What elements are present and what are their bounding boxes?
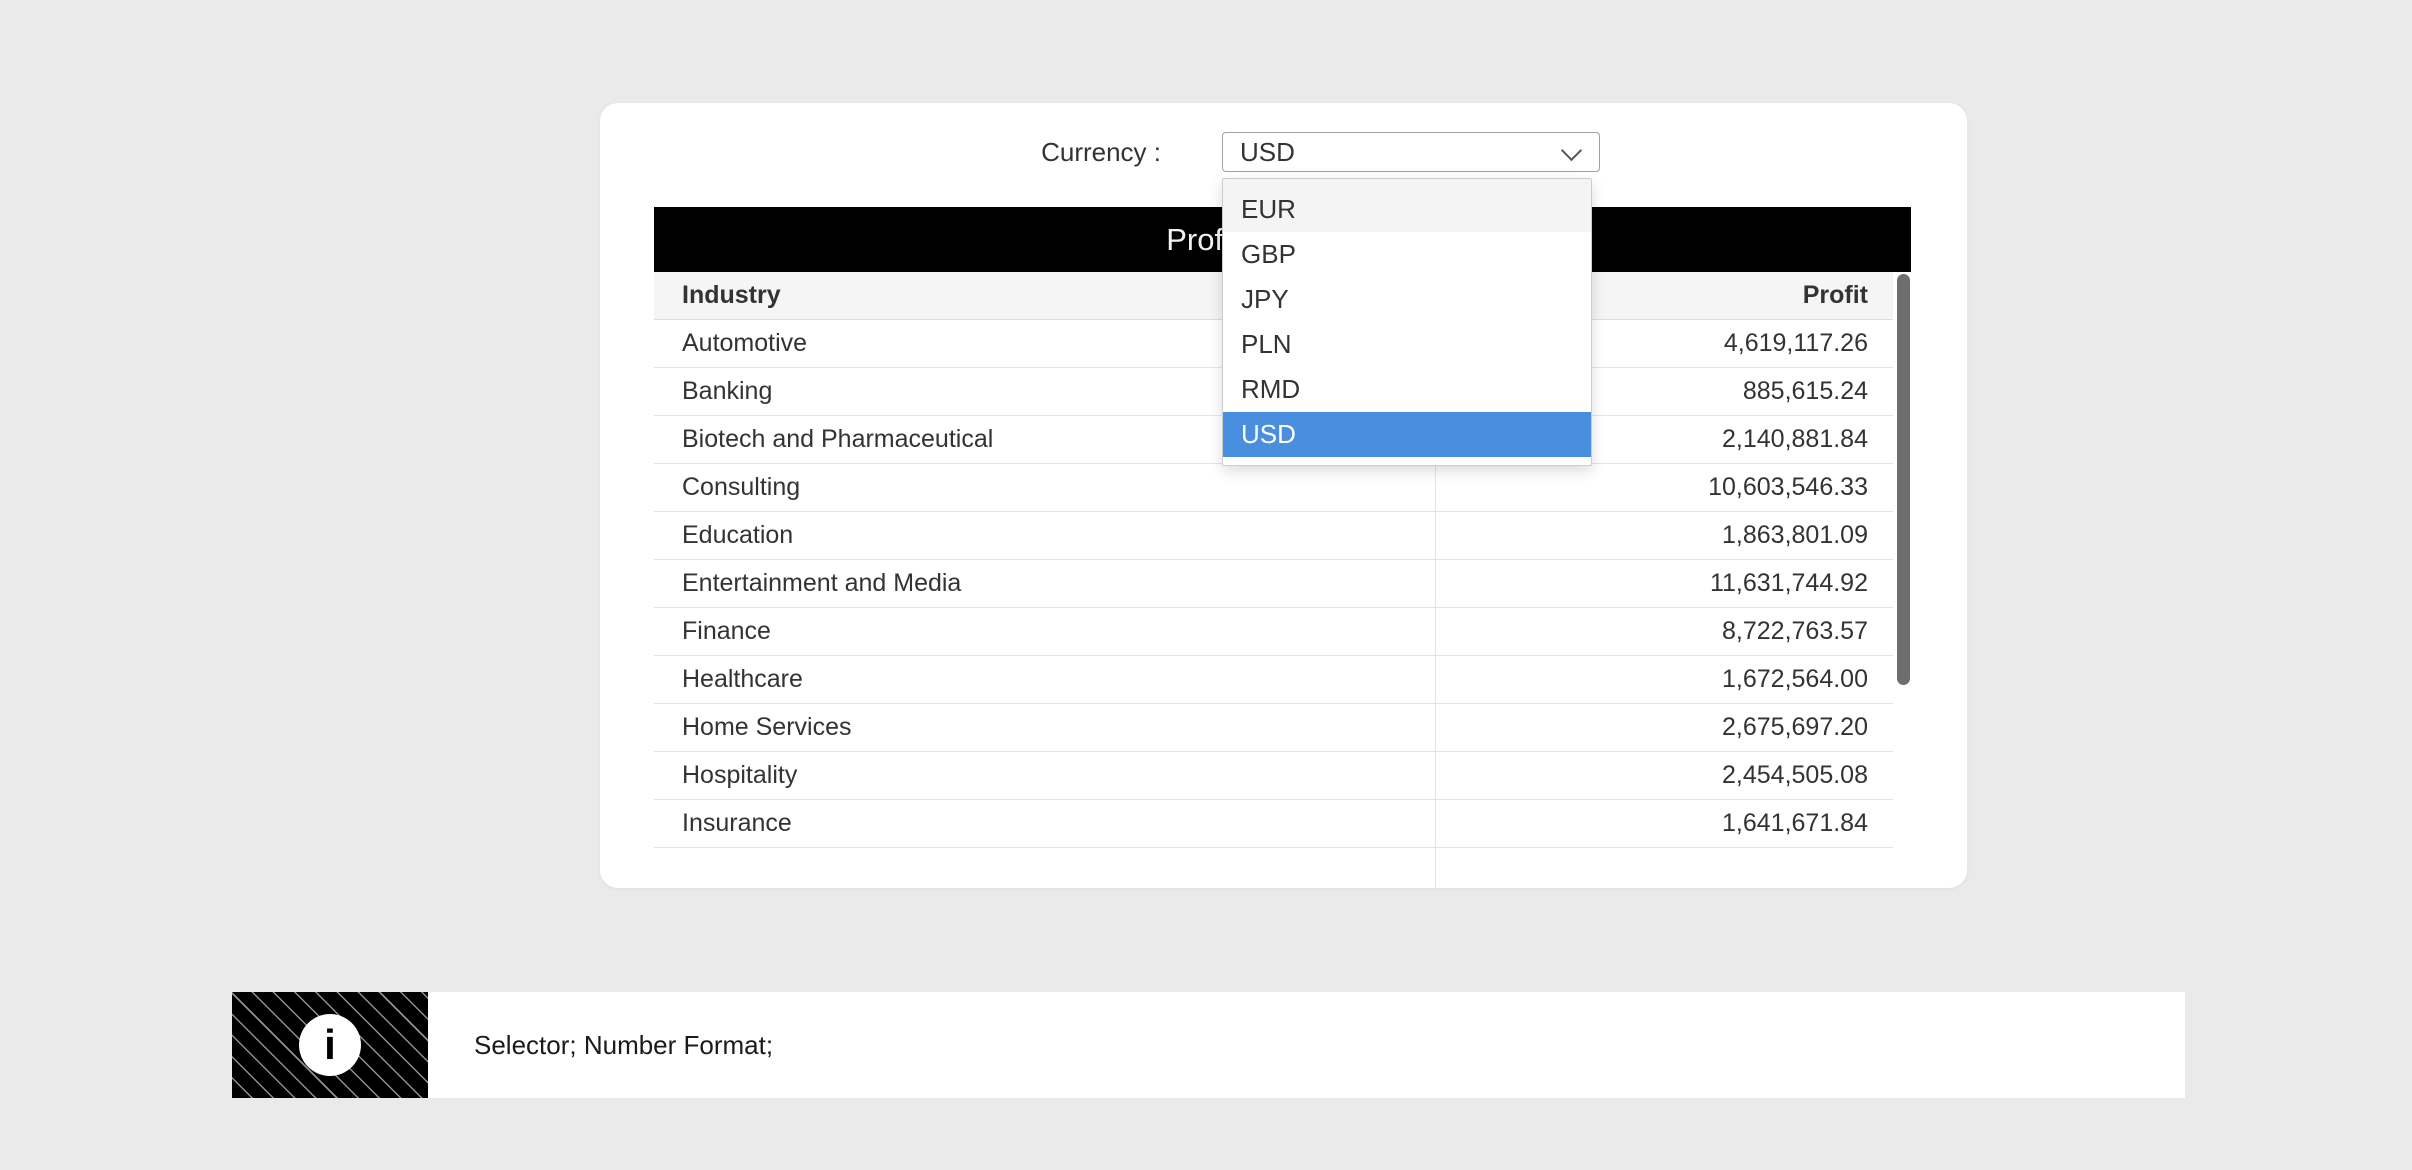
profit-cell: 1,863,801.09 — [1722, 521, 1893, 550]
chevron-down-icon — [1561, 140, 1582, 161]
table-row: Education 1,863,801.09 — [654, 512, 1893, 560]
currency-option[interactable]: USD — [1223, 412, 1591, 457]
profit-cell: 8,722,763.57 — [1722, 617, 1893, 646]
table-row: Entertainment and Media 11,631,744.92 — [654, 560, 1893, 608]
industry-cell: Healthcare — [654, 665, 1722, 694]
profit-cell: 1,672,564.00 — [1722, 665, 1893, 694]
currency-dropdown-list: EURGBPJPYPLNRMDUSD — [1222, 178, 1592, 466]
currency-option[interactable]: JPY — [1223, 277, 1591, 322]
scrollbar-thumb[interactable] — [1897, 274, 1910, 685]
profit-cell: 885,615.24 — [1743, 377, 1893, 406]
profit-cell: 2,454,505.08 — [1722, 761, 1893, 790]
profit-cell: 2,675,697.20 — [1722, 713, 1893, 742]
currency-select-value: USD — [1240, 137, 1295, 167]
page-background: Currency : USD Profit by Industry Indust… — [0, 0, 2412, 1170]
footnote-bar: Selector; Number Format; — [428, 992, 2185, 1098]
table-row: Consulting 10,603,546.33 — [654, 464, 1893, 512]
table-row: Hospitality 2,454,505.08 — [654, 752, 1893, 800]
industry-cell: Home Services — [654, 713, 1722, 742]
profit-cell: 1,641,671.84 — [1722, 809, 1893, 838]
industry-cell: Education — [654, 521, 1722, 550]
industry-cell: Consulting — [654, 473, 1708, 502]
industry-cell: Hospitality — [654, 761, 1722, 790]
info-icon: i — [299, 1014, 361, 1076]
industry-cell: Entertainment and Media — [654, 569, 1710, 598]
currency-option[interactable]: GBP — [1223, 232, 1591, 277]
report-card: Currency : USD Profit by Industry Indust… — [600, 103, 1967, 888]
currency-option[interactable]: RMD — [1223, 367, 1591, 412]
profit-cell: 11,631,744.92 — [1710, 569, 1893, 598]
profit-cell: 2,140,881.84 — [1722, 425, 1893, 454]
industry-cell: Insurance — [654, 809, 1722, 838]
currency-option[interactable]: EUR — [1223, 187, 1591, 232]
table-row: Home Services 2,675,697.20 — [654, 704, 1893, 752]
footnote-text: Selector; Number Format; — [474, 1030, 773, 1061]
currency-option[interactable]: PLN — [1223, 322, 1591, 367]
currency-select[interactable]: USD — [1222, 132, 1600, 172]
footnote-hatch-box: i — [232, 992, 428, 1098]
currency-label: Currency : — [600, 132, 1161, 172]
table-row: Healthcare 1,672,564.00 — [654, 656, 1893, 704]
profit-cell: 4,619,117.26 — [1724, 329, 1893, 358]
industry-cell: Finance — [654, 617, 1722, 646]
profit-cell: 10,603,546.33 — [1708, 473, 1893, 502]
table-row: Insurance 1,641,671.84 — [654, 800, 1893, 848]
column-header-profit: Profit — [1803, 281, 1893, 310]
table-row: Finance 8,722,763.57 — [654, 608, 1893, 656]
